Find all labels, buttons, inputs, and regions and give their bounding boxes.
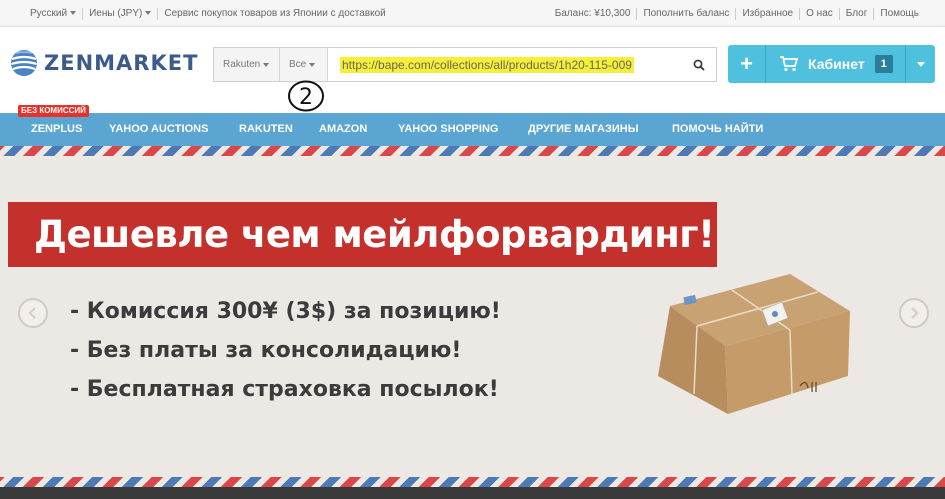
bullet-item: - Бесплатная страховка посылок! bbox=[70, 377, 499, 402]
chevron-down-icon bbox=[145, 10, 152, 15]
chevron-down-icon bbox=[263, 62, 270, 67]
annotation-circle: 2 bbox=[288, 80, 324, 112]
bullet-item: - Комиссия 300¥ (3$) за позицию! bbox=[70, 299, 501, 324]
search-bar: Rakuten Все https://bape.com/collections… bbox=[213, 47, 717, 82]
chevron-left-icon bbox=[28, 307, 36, 319]
shop-select-value: Rakuten bbox=[223, 59, 261, 70]
top-bar: Русский Иены (JPY) Сервис покупок товаро… bbox=[0, 0, 945, 27]
language-selector[interactable]: Русский bbox=[24, 7, 84, 20]
balance-display: Баланс: ¥10,300 bbox=[549, 7, 638, 20]
globe-logo-icon bbox=[11, 50, 37, 76]
annotation-number: 2 bbox=[299, 85, 313, 110]
chevron-down-icon bbox=[309, 62, 316, 67]
promo-banner: Дешевле чем мейлфорвардинг! - Комиссия 3… bbox=[0, 146, 945, 499]
search-icon bbox=[693, 59, 705, 71]
nav-item-yahoo-shopping[interactable]: YAHOO SHOPPING bbox=[398, 113, 498, 146]
nav-item-rakuten[interactable]: RAKUTEN bbox=[239, 113, 293, 146]
cart-count-badge: 1 bbox=[874, 55, 893, 73]
top-link-about[interactable]: О нас bbox=[800, 7, 840, 20]
bottom-strip bbox=[0, 487, 945, 499]
add-button[interactable]: + bbox=[728, 45, 766, 83]
main-nav: БЕЗ КОМИССИЙ ZENPLUS YAHOO AUCTIONS RAKU… bbox=[0, 105, 945, 146]
logo-text: ZENMARKET bbox=[44, 51, 199, 75]
airmail-border-top bbox=[0, 146, 945, 156]
parcel-image bbox=[658, 274, 850, 414]
site-logo[interactable]: ZENMARKET bbox=[10, 47, 198, 79]
cart-icon bbox=[780, 56, 798, 72]
site-tagline: Сервис покупок товаров из Японии с доста… bbox=[164, 7, 386, 19]
nav-item-other-stores[interactable]: ДРУГИЕ МАГАЗИНЫ bbox=[528, 113, 639, 146]
language-label: Русский bbox=[30, 7, 68, 19]
banner-headline: Дешевле чем мейлфорвардинг! bbox=[34, 213, 715, 256]
plus-icon: + bbox=[740, 51, 753, 76]
top-link-topup[interactable]: Пополнить баланс bbox=[637, 7, 737, 20]
category-select[interactable]: Все bbox=[280, 48, 328, 81]
search-button[interactable] bbox=[682, 48, 716, 81]
chevron-right-icon bbox=[911, 307, 919, 319]
nav-item-yahoo-auctions[interactable]: YAHOO AUCTIONS bbox=[109, 113, 208, 146]
cabinet-button[interactable]: Кабинет bbox=[808, 56, 865, 72]
bullet-item: - Без платы за консолидацию! bbox=[70, 338, 462, 363]
carousel-prev-button[interactable] bbox=[18, 298, 48, 328]
carousel-next-button[interactable] bbox=[899, 298, 929, 328]
banner-bullets: - Комиссия 300¥ (3$) за позицию! - Без п… bbox=[70, 296, 501, 413]
shop-select[interactable]: Rakuten bbox=[214, 48, 280, 81]
nav-item-amazon[interactable]: AMAZON bbox=[319, 113, 367, 146]
handwritten-annotation-2: 2 bbox=[286, 79, 326, 113]
currency-label: Иены (JPY) bbox=[89, 7, 143, 19]
cabinet-dropdown-toggle[interactable] bbox=[905, 45, 935, 83]
headline-bar: Дешевле чем мейлфорвардинг! bbox=[8, 202, 717, 267]
nav-item-zenplus[interactable]: ZENPLUS bbox=[31, 113, 82, 146]
chevron-down-icon bbox=[70, 10, 77, 15]
category-select-value: Все bbox=[289, 59, 307, 70]
chevron-down-icon bbox=[916, 61, 925, 67]
top-link-blog[interactable]: Блог bbox=[840, 7, 875, 20]
search-input[interactable]: https://bape.com/collections/all/product… bbox=[340, 57, 634, 73]
top-bar-right: Баланс: ¥10,300 Пополнить баланс Избранн… bbox=[549, 0, 925, 27]
top-bar-left: Русский Иены (JPY) Сервис покупок товаро… bbox=[24, 0, 392, 27]
airmail-border-bottom bbox=[0, 477, 945, 487]
currency-selector[interactable]: Иены (JPY) bbox=[83, 7, 159, 20]
cabinet-button-group: + Кабинет 1 bbox=[728, 45, 935, 83]
nav-item-help-find[interactable]: ПОМОЧЬ НАЙТИ bbox=[672, 113, 763, 146]
top-link-favorites[interactable]: Избранное bbox=[736, 7, 801, 20]
top-link-help[interactable]: Помощь bbox=[874, 8, 925, 20]
